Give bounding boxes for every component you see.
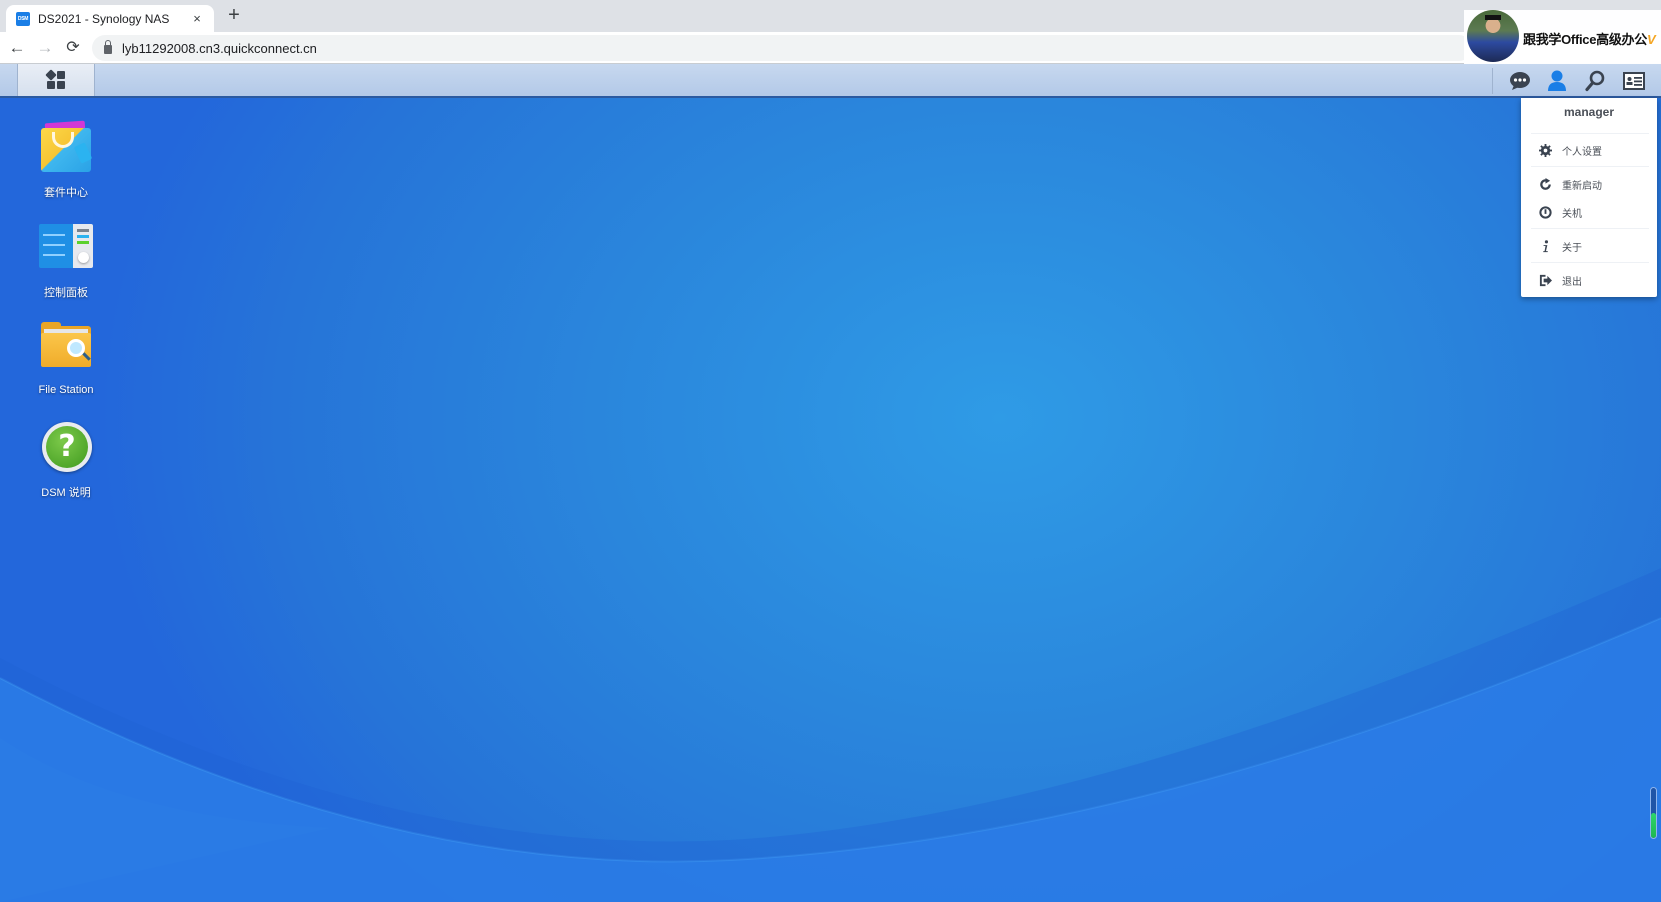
username-label: manager <box>1563 105 1615 119</box>
browser-toolbar: ← → ⟳ lyb11292008.cn3.quickconnect.cn <box>0 32 1661 64</box>
desktop-icon-control-panel[interactable]: 控制面板 <box>20 220 112 300</box>
menu-divider <box>1531 262 1649 263</box>
desktop-icon-label: DSM 说明 <box>41 487 91 499</box>
search-button[interactable] <box>1581 68 1609 94</box>
dsm-favicon-icon: DSM <box>16 11 30 26</box>
user-options-button[interactable] <box>1543 68 1571 94</box>
menu-divider <box>1531 228 1649 229</box>
control-panel-icon <box>39 220 93 274</box>
url-text[interactable]: lyb11292008.cn3.quickconnect.cn <box>122 41 317 56</box>
gear-icon <box>1538 143 1552 157</box>
main-menu-button[interactable] <box>17 64 95 96</box>
watermark-overlay: 跟我学Office高级办公V <box>1464 10 1661 64</box>
menu-item-personal[interactable]: 个人设置 <box>1531 139 1649 161</box>
power-icon <box>1538 205 1552 219</box>
file-station-icon <box>39 320 93 374</box>
reload-button[interactable]: ⟳ <box>62 37 84 59</box>
desktop-icon-label: 控制面板 <box>44 287 88 299</box>
logout-icon <box>1538 273 1552 287</box>
help-icon: ? <box>39 420 93 474</box>
menu-divider <box>1531 133 1649 134</box>
desktop-icon-package-center[interactable]: 套件中心 <box>20 120 112 200</box>
chat-icon <box>1510 72 1530 90</box>
new-tab-button[interactable]: + <box>224 5 244 26</box>
restart-icon <box>1538 177 1552 191</box>
search-icon <box>1585 70 1605 92</box>
desktop-icon-label: 套件中心 <box>44 187 88 199</box>
forward-button[interactable]: → <box>34 37 56 59</box>
lock-icon[interactable] <box>104 40 112 54</box>
taskbar-divider <box>1492 68 1493 94</box>
widgets-button[interactable] <box>1620 68 1648 94</box>
tab-title: DS2021 - Synology NAS <box>38 11 170 26</box>
widget-panel-toggle[interactable] <box>1650 787 1657 839</box>
browser-tab-active[interactable]: DSM DS2021 - Synology NAS × <box>6 5 214 32</box>
grid-icon <box>45 69 66 90</box>
desktop-icon-label: File Station <box>38 384 94 396</box>
browser-tab-strip: DSM DS2021 - Synology NAS × + <box>0 0 1661 32</box>
menu-item-logout[interactable]: 退出 <box>1531 269 1649 291</box>
user-options-menu: manager 个人设置 重新启动 关机 关于 退出 <box>1521 98 1657 297</box>
notifications-button[interactable] <box>1506 68 1534 94</box>
watermark-text: 跟我学Office高级办公V <box>1523 32 1656 47</box>
menu-item-about[interactable]: 关于 <box>1531 235 1649 257</box>
close-tab-icon[interactable]: × <box>190 11 204 26</box>
watermark-avatar <box>1467 10 1519 62</box>
info-icon <box>1538 239 1552 253</box>
back-button[interactable]: ← <box>6 37 28 59</box>
wallpaper-wave <box>0 568 1661 902</box>
menu-item-shutdown[interactable]: 关机 <box>1531 201 1649 223</box>
address-bar[interactable]: lyb11292008.cn3.quickconnect.cn <box>92 35 1472 61</box>
desktop-icon-file-station[interactable]: File Station <box>20 320 112 396</box>
desktop[interactable]: 套件中心 控制面板 File Station ? DSM 说明 <box>0 98 1661 902</box>
desktop-icon-dsm-help[interactable]: ? DSM 说明 <box>20 420 112 500</box>
widgets-icon <box>1623 72 1645 90</box>
widget-level-fill <box>1651 813 1656 838</box>
user-icon <box>1548 70 1566 91</box>
menu-item-restart[interactable]: 重新启动 <box>1531 173 1649 195</box>
package-center-icon <box>39 120 93 174</box>
dsm-taskbar <box>0 64 1661 98</box>
menu-divider <box>1531 166 1649 167</box>
